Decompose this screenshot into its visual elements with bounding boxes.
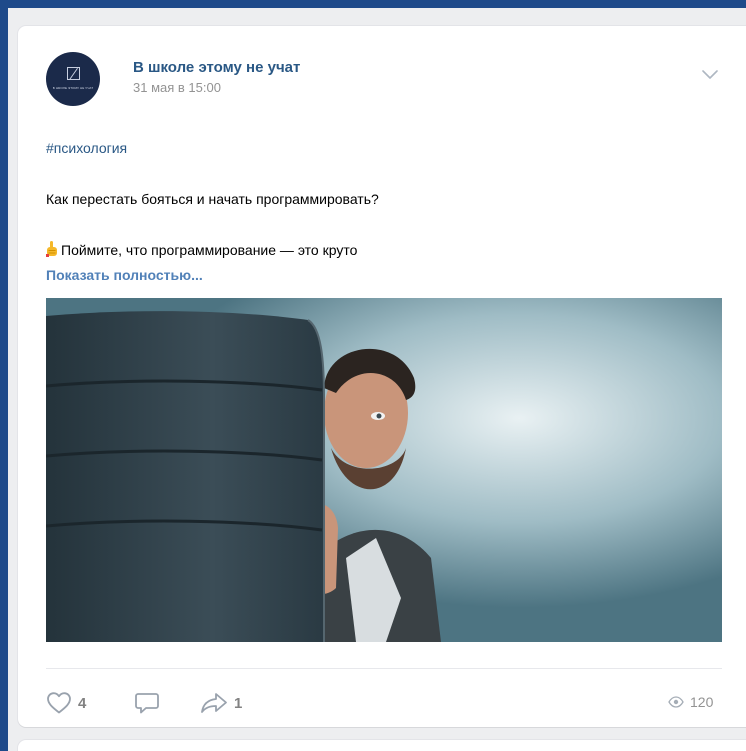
post-text-line: Как перестать бояться и начать программи… (46, 191, 379, 207)
feed-background: В ШКОЛЕ ЭТОМУ НЕ УЧАТ В школе этому не у… (8, 8, 746, 751)
show-more-link[interactable]: Показать полностью... (46, 267, 203, 283)
post-photo[interactable] (46, 298, 722, 642)
photo-illustration (46, 298, 722, 642)
eye-icon (668, 696, 684, 708)
share-icon (201, 693, 227, 713)
post-card: В ШКОЛЕ ЭТОМУ НЕ УЧАТ В школе этому не у… (18, 26, 746, 727)
avatar[interactable]: В ШКОЛЕ ЭТОМУ НЕ УЧАТ (46, 52, 100, 106)
avatar-caption: В ШКОЛЕ ЭТОМУ НЕ УЧАТ (52, 86, 94, 90)
views-count: 120 (690, 694, 714, 710)
comment-button[interactable] (134, 690, 160, 716)
post-author[interactable]: В школе этому не учат (133, 59, 300, 76)
post-text-content: Поймите, что программирование — это крут… (61, 242, 358, 258)
post-divider (46, 668, 722, 669)
comment-icon (135, 693, 159, 714)
share-button[interactable]: 1 (200, 690, 242, 716)
pointing-up-emoji-icon (46, 241, 58, 258)
share-count: 1 (234, 694, 243, 712)
views-counter: 120 (668, 694, 713, 710)
like-button[interactable]: 4 (46, 690, 86, 716)
like-count: 4 (78, 694, 87, 712)
heart-icon (47, 692, 71, 714)
logo-icon (67, 67, 80, 80)
post-date[interactable]: 31 мая в 15:00 (133, 80, 221, 95)
chevron-down-icon[interactable] (702, 70, 718, 80)
post-text-line: Поймите, что программирование — это крут… (46, 241, 357, 258)
post-hashtag[interactable]: #психология (46, 140, 127, 156)
next-post-card (18, 740, 746, 751)
